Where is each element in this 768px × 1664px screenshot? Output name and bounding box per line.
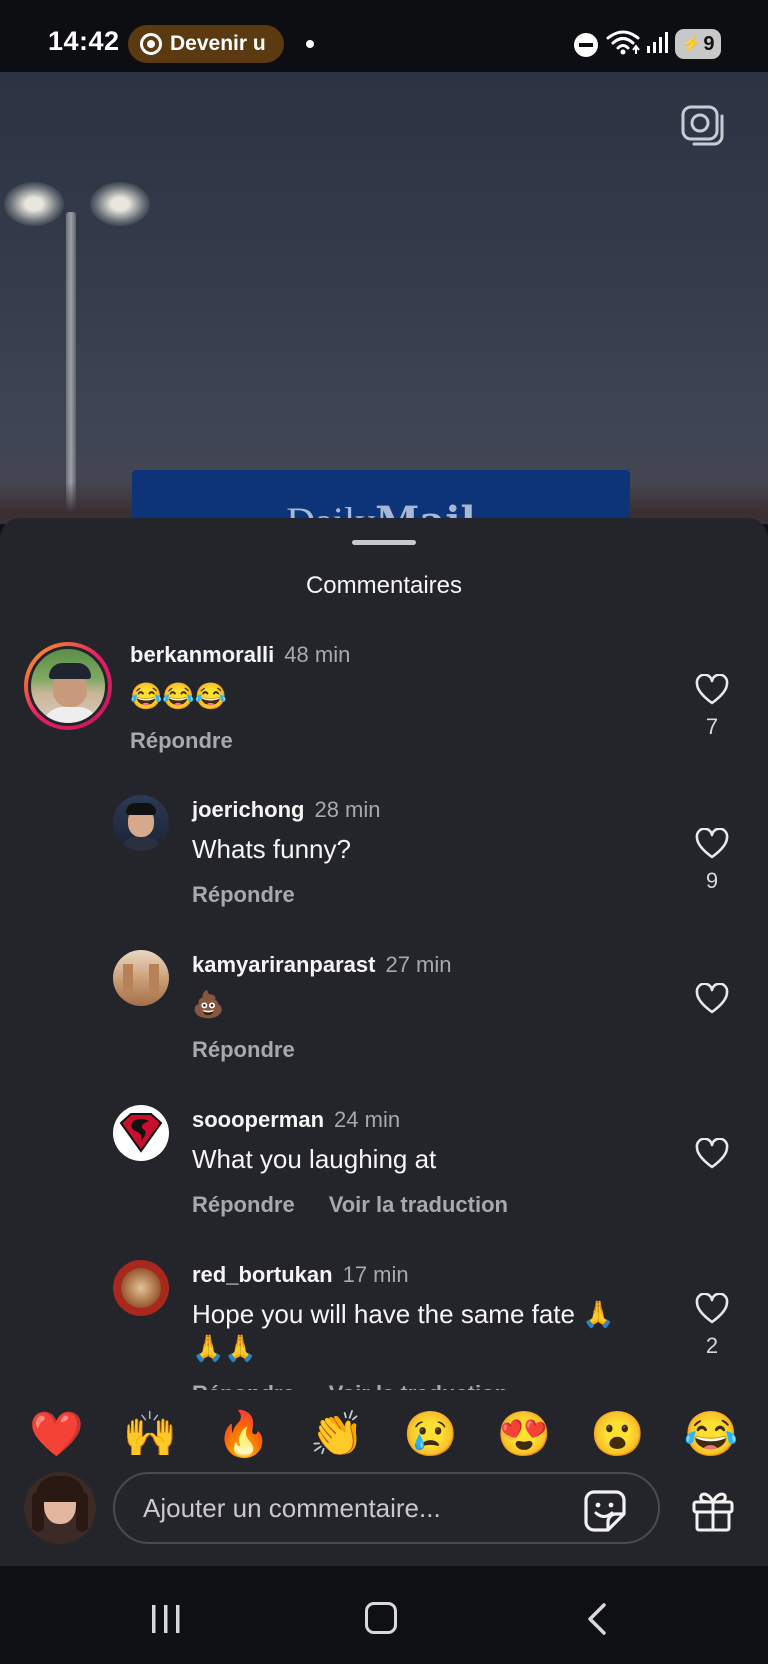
like-heart-icon[interactable] <box>695 983 729 1015</box>
do-not-disturb-icon <box>574 33 598 57</box>
translate-button[interactable]: Voir la traduction <box>329 1192 508 1217</box>
comment-actions: Répondre <box>130 728 233 754</box>
charging-bolt-icon: ⚡ <box>681 36 702 53</box>
record-icon <box>140 33 162 55</box>
avatar[interactable] <box>113 1105 169 1161</box>
status-pill-label: Devenir u <box>170 32 266 55</box>
comment-text: Whats funny? <box>192 834 351 864</box>
signal-icon <box>647 32 668 53</box>
comment-item: soooperman 24 min What you laughing at Ré… <box>0 1083 768 1233</box>
like-count: 7 <box>705 714 719 739</box>
comment-text: 💩 <box>192 989 225 1019</box>
emoji-surprised-button[interactable]: 😮 <box>588 1413 648 1457</box>
avatar[interactable] <box>113 795 169 851</box>
street-lamp-light <box>4 182 64 226</box>
back-icon[interactable] <box>586 1602 608 1636</box>
drag-handle[interactable] <box>352 540 416 545</box>
comment-time: 24 min <box>334 1107 401 1132</box>
avatar[interactable] <box>24 642 112 730</box>
comment-actions: Répondre <box>192 1037 295 1063</box>
sheet-title: Commentaires <box>305 572 463 599</box>
emoji-heart-eyes-button[interactable]: 😍 <box>494 1413 554 1457</box>
comment-actions: Répondre <box>192 882 295 908</box>
current-user-avatar <box>24 1472 96 1544</box>
comment-username[interactable]: red_bortukan 17 min <box>192 1262 409 1288</box>
emoji-fire-button[interactable]: 🔥 <box>214 1413 274 1457</box>
like-count: 2 <box>705 1333 719 1358</box>
like-count: 9 <box>705 868 719 893</box>
battery-icon: ⚡ 9 <box>675 29 721 59</box>
home-icon[interactable] <box>365 1602 397 1634</box>
comment-username[interactable]: berkanmoralli 48 min <box>130 642 350 668</box>
reply-button[interactable]: Répondre <box>192 882 295 907</box>
status-pill[interactable]: Devenir u <box>128 25 284 63</box>
reply-button[interactable]: Répondre <box>130 728 233 753</box>
comment-time: 28 min <box>314 797 381 822</box>
emoji-laughing-button[interactable]: 😂 <box>681 1413 741 1457</box>
reply-button[interactable]: Répondre <box>192 1192 295 1217</box>
sticker-icon[interactable] <box>582 1488 628 1534</box>
comment-username[interactable]: soooperman 24 min <box>192 1107 400 1133</box>
comment-time: 17 min <box>342 1262 409 1287</box>
emoji-heart-button[interactable]: ❤️ <box>27 1413 87 1457</box>
gift-icon[interactable] <box>690 1488 736 1532</box>
video-player[interactable]: DailyMail <box>0 72 768 524</box>
reply-button[interactable]: Répondre <box>192 1037 295 1062</box>
comment-text: 😂😂😂 <box>130 681 228 711</box>
like-heart-icon[interactable] <box>695 1293 729 1325</box>
comment-time: 27 min <box>385 952 452 977</box>
emoji-quick-bar: ❤️ 🙌 🔥 👏 😢 😍 😮 😂 <box>0 1392 768 1478</box>
daily-mail-banner: DailyMail <box>132 470 630 524</box>
like-heart-icon[interactable] <box>695 1138 729 1170</box>
comment-input-row <box>0 1472 768 1568</box>
comment-item: kamyariranparast 27 min 💩 Répondre <box>0 928 768 1078</box>
comment-text: What you laughing at <box>192 1144 437 1174</box>
comment-actions: Répondre Voir la traduction <box>192 1381 508 1390</box>
comments-list[interactable]: berkanmoralli 48 min 😂😂😂 Répondre 7 joeri… <box>0 618 768 1390</box>
comment-input[interactable] <box>113 1472 660 1544</box>
emoji-clap-button[interactable]: 👏 <box>307 1413 367 1457</box>
emoji-raised-hands-button[interactable]: 🙌 <box>120 1413 180 1457</box>
comment-text-continued: 🙏🙏 <box>192 1333 257 1363</box>
translate-button[interactable]: Voir la traduction <box>329 1381 508 1390</box>
comment-time: 48 min <box>284 642 351 667</box>
battery-level: 9 <box>703 32 715 55</box>
avatar[interactable] <box>113 950 169 1006</box>
comment-username[interactable]: kamyariranparast 27 min <box>192 952 452 978</box>
comment-item: red_bortukan 17 min Hope you will have th… <box>0 1238 768 1390</box>
camera-icon[interactable] <box>680 104 726 148</box>
emoji-crying-button[interactable]: 😢 <box>401 1413 461 1457</box>
like-heart-icon[interactable] <box>695 828 729 860</box>
notification-dot <box>306 40 314 48</box>
status-bar: 14:42 Devenir u ⚡ 9 <box>0 0 768 72</box>
recent-apps-icon[interactable] <box>150 1604 182 1634</box>
like-heart-icon[interactable] <box>695 674 729 706</box>
comment-item: berkanmoralli 48 min 😂😂😂 Répondre 7 <box>0 618 768 768</box>
avatar[interactable] <box>113 1260 169 1316</box>
superman-logo <box>119 1113 163 1153</box>
system-navigation-bar <box>0 1566 768 1664</box>
status-time: 14:42 <box>48 26 120 56</box>
comment-item: joerichong 28 min Whats funny? Répondre 9 <box>0 773 768 923</box>
street-lamp-pole <box>66 212 76 524</box>
reply-button[interactable]: Répondre <box>192 1381 295 1390</box>
comment-text: Hope you will have the same fate 🙏 <box>192 1299 615 1329</box>
wifi-icon <box>606 30 640 55</box>
comment-actions: Répondre Voir la traduction <box>192 1192 508 1218</box>
comment-username[interactable]: joerichong 28 min <box>192 797 381 823</box>
street-lamp-light <box>90 182 150 226</box>
